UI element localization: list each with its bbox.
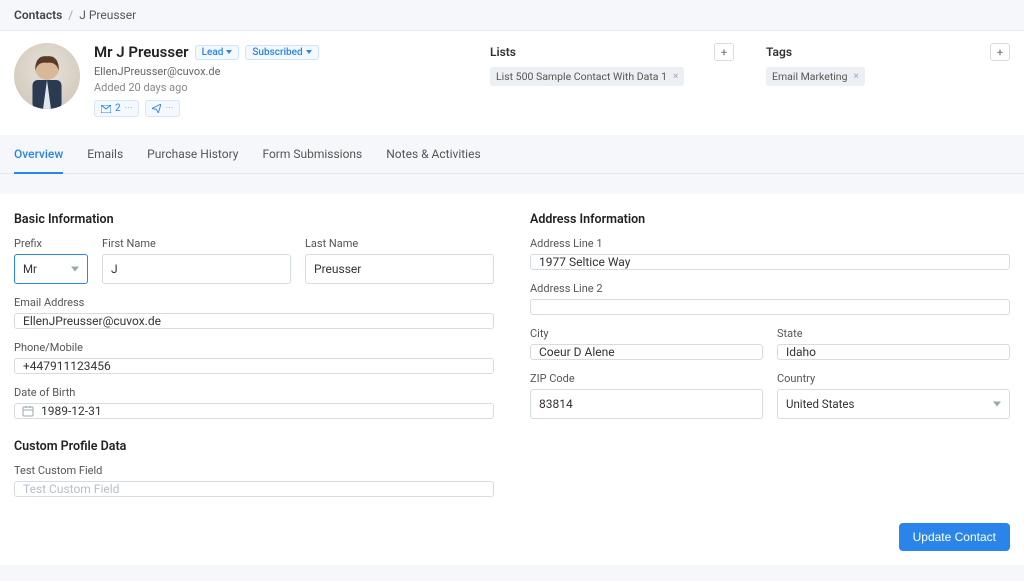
contact-header: Mr J Preusser Lead Subscribed EllenJPreu… bbox=[0, 31, 1024, 135]
last-name-label: Last Name bbox=[305, 237, 494, 250]
last-name-input[interactable] bbox=[305, 254, 494, 284]
custom-section-title: Custom Profile Data bbox=[14, 439, 494, 454]
phone-input[interactable] bbox=[14, 358, 494, 374]
subscribe-label: Subscribed bbox=[252, 47, 302, 58]
zip-label: ZIP Code bbox=[530, 372, 763, 385]
prefix-select[interactable]: Mr bbox=[14, 254, 88, 284]
email-input[interactable] bbox=[14, 313, 494, 329]
lists-column: Lists + List 500 Sample Contact With Dat… bbox=[490, 43, 734, 117]
calendar-icon bbox=[22, 405, 34, 417]
lists-title: Lists bbox=[490, 45, 516, 59]
prefix-label: Prefix bbox=[14, 237, 88, 250]
paper-plane-icon bbox=[152, 104, 161, 113]
status-label: Lead bbox=[202, 47, 224, 58]
custom-field-input[interactable] bbox=[14, 481, 494, 497]
breadcrumb: Contacts / J Preusser bbox=[0, 0, 1024, 31]
add-list-button[interactable]: + bbox=[714, 43, 734, 61]
first-name-label: First Name bbox=[102, 237, 291, 250]
address-info-title: Address Information bbox=[530, 212, 1010, 227]
contact-email: EllenJPreusser@cuvox.de bbox=[94, 65, 319, 78]
list-chip[interactable]: List 500 Sample Contact With Data 1 × bbox=[490, 67, 684, 86]
avatar[interactable] bbox=[14, 43, 80, 109]
tab-overview[interactable]: Overview bbox=[14, 135, 63, 173]
dob-input[interactable] bbox=[14, 403, 494, 419]
email-count: 2 bbox=[115, 103, 121, 114]
city-label: City bbox=[530, 327, 763, 340]
country-select[interactable]: United States bbox=[777, 389, 1010, 419]
overview-form: Basic Information Prefix Mr First Name bbox=[0, 194, 1024, 565]
update-contact-button[interactable]: Update Contact bbox=[899, 523, 1010, 551]
city-input[interactable] bbox=[530, 344, 763, 360]
addr2-label: Address Line 2 bbox=[530, 282, 1010, 295]
tab-bar: Overview Emails Purchase History Form Su… bbox=[0, 135, 1024, 174]
state-input[interactable] bbox=[777, 344, 1010, 360]
country-value: United States bbox=[786, 397, 854, 411]
subscribe-pill[interactable]: Subscribed bbox=[245, 45, 318, 60]
zip-input[interactable] bbox=[530, 389, 763, 419]
addr2-input[interactable] bbox=[530, 299, 1010, 315]
chevron-down-icon bbox=[226, 50, 232, 54]
country-label: Country bbox=[777, 372, 1010, 385]
chevron-down-icon bbox=[306, 50, 312, 54]
contact-added: Added 20 days ago bbox=[94, 81, 319, 94]
email-label: Email Address bbox=[14, 296, 494, 309]
status-pill[interactable]: Lead bbox=[195, 45, 240, 60]
list-chip-label: List 500 Sample Contact With Data 1 bbox=[496, 70, 667, 83]
contact-name: Mr J Preusser bbox=[94, 43, 189, 61]
send-chip[interactable]: ··· bbox=[145, 100, 180, 117]
remove-list-icon[interactable]: × bbox=[673, 71, 678, 82]
first-name-input[interactable] bbox=[102, 254, 291, 284]
profile-info: Mr J Preusser Lead Subscribed EllenJPreu… bbox=[94, 43, 319, 117]
basic-info-section: Basic Information Prefix Mr First Name bbox=[14, 212, 494, 509]
email-count-chip[interactable]: 2 ··· bbox=[94, 100, 139, 117]
dob-label: Date of Birth bbox=[14, 386, 494, 399]
add-tag-button[interactable]: + bbox=[990, 43, 1010, 61]
chevron-down-icon bbox=[71, 267, 79, 272]
tab-emails[interactable]: Emails bbox=[87, 135, 123, 173]
remove-tag-icon[interactable]: × bbox=[854, 71, 859, 82]
tag-chip-label: Email Marketing bbox=[772, 70, 848, 83]
tab-notes-activities[interactable]: Notes & Activities bbox=[386, 135, 480, 173]
chevron-down-icon bbox=[993, 402, 1001, 407]
tags-column: Tags + Email Marketing × bbox=[766, 43, 1010, 117]
addr1-label: Address Line 1 bbox=[530, 237, 1010, 250]
tags-title: Tags bbox=[766, 45, 792, 59]
prefix-value: Mr bbox=[23, 262, 37, 276]
tag-chip[interactable]: Email Marketing × bbox=[766, 67, 865, 86]
addr1-input[interactable] bbox=[530, 254, 1010, 270]
custom-field-label: Test Custom Field bbox=[14, 464, 494, 477]
basic-info-title: Basic Information bbox=[14, 212, 494, 227]
tab-form-submissions[interactable]: Form Submissions bbox=[262, 135, 362, 173]
breadcrumb-separator: / bbox=[68, 8, 73, 22]
breadcrumb-current: J Preusser bbox=[79, 8, 136, 22]
phone-label: Phone/Mobile bbox=[14, 341, 494, 354]
envelope-icon bbox=[101, 105, 111, 113]
breadcrumb-root[interactable]: Contacts bbox=[14, 8, 62, 22]
state-label: State bbox=[777, 327, 1010, 340]
tab-purchase-history[interactable]: Purchase History bbox=[147, 135, 238, 173]
address-info-section: Address Information Address Line 1 Addre… bbox=[530, 212, 1010, 509]
